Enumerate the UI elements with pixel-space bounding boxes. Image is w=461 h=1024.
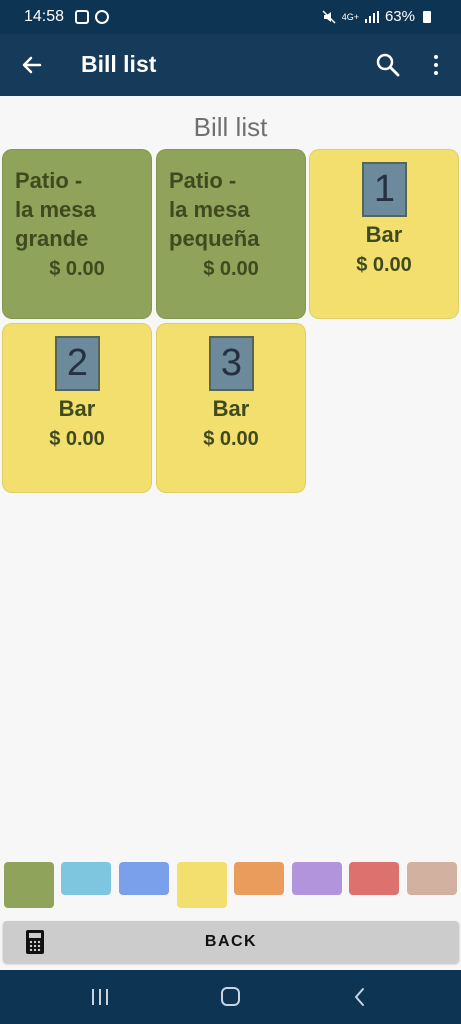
recent-apps-icon[interactable] <box>92 989 110 1005</box>
search-icon[interactable] <box>374 51 402 79</box>
bill-name: Patio - la mesa pequeña <box>169 168 260 251</box>
bill-tile[interactable]: 3 Bar $ 0.00 <box>156 323 306 493</box>
color-swatch-light-blue[interactable] <box>61 862 111 895</box>
status-bar: 14:58 4G+ 63% <box>0 0 461 34</box>
signal-icon <box>364 10 379 23</box>
bill-amount: $ 0.00 <box>356 254 412 276</box>
color-swatch-red[interactable] <box>349 862 399 895</box>
color-swatch-yellow[interactable] <box>177 862 227 908</box>
gallery-icon <box>75 10 89 24</box>
home-icon[interactable] <box>221 987 240 1006</box>
page-heading: Bill list <box>193 112 268 142</box>
battery-level: 63% <box>384 8 415 25</box>
bill-tile[interactable]: Patio - la mesa pequeña $ 0.00 <box>156 149 306 319</box>
back-button[interactable]: BACK <box>3 921 459 963</box>
bill-tile[interactable]: Patio - la mesa grande $ 0.00 <box>2 149 152 319</box>
bill-name: Patio - la mesa grande <box>15 168 96 251</box>
bill-amount: $ 0.00 <box>49 428 105 450</box>
more-vert-icon[interactable] <box>428 53 444 79</box>
bill-label: Bar <box>212 396 250 421</box>
bill-label: Bar <box>58 396 96 421</box>
app-notification-icon <box>95 10 109 24</box>
back-button-label: BACK <box>204 933 258 950</box>
network-type: 4G+ <box>341 11 359 22</box>
bill-label: Bar <box>365 222 403 247</box>
back-arrow-icon[interactable] <box>18 51 46 79</box>
bill-amount: $ 0.00 <box>49 258 105 280</box>
bill-number: 1 <box>362 162 407 217</box>
bill-amount: $ 0.00 <box>203 258 259 280</box>
back-icon[interactable] <box>352 986 368 1008</box>
bill-amount: $ 0.00 <box>203 428 259 450</box>
bill-number: 2 <box>55 336 100 391</box>
status-indicators: 4G+ 63% <box>322 8 431 25</box>
color-swatch-blue[interactable] <box>119 862 169 895</box>
bill-number: 3 <box>209 336 254 391</box>
mute-icon <box>322 9 336 24</box>
app-title: Bill list <box>81 51 157 77</box>
status-time: 14:58 <box>24 8 65 25</box>
bill-tile[interactable]: 2 Bar $ 0.00 <box>2 323 152 493</box>
color-swatch-orange[interactable] <box>234 862 284 895</box>
bill-tile[interactable]: 1 Bar $ 0.00 <box>309 149 459 319</box>
color-swatch-green[interactable] <box>4 862 54 908</box>
color-swatch-tan[interactable] <box>407 862 457 895</box>
system-nav-bar <box>0 970 461 1024</box>
app-bar: Bill list <box>0 34 461 96</box>
battery-icon <box>423 10 431 23</box>
color-swatch-purple[interactable] <box>292 862 342 895</box>
